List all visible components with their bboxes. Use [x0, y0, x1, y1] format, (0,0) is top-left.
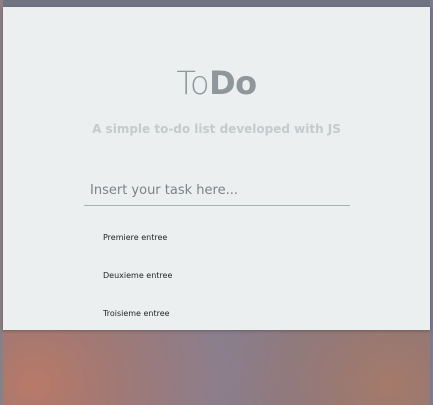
- task-input-wrapper: [84, 175, 350, 206]
- todo-panel: ToDo A simple to-do list developed with …: [3, 7, 430, 330]
- app-title-bold: Do: [209, 64, 257, 102]
- app-title-light: To: [176, 64, 210, 102]
- task-item[interactable]: Deuxieme entree: [103, 270, 172, 308]
- task-item[interactable]: Troisieme entree: [103, 308, 172, 330]
- app-subtitle: A simple to-do list developed with JS: [92, 122, 341, 136]
- task-list: Premiere entree Deuxieme entree Troisiem…: [103, 232, 172, 330]
- app-title: ToDo: [3, 67, 430, 99]
- task-item[interactable]: Premiere entree: [103, 232, 172, 270]
- task-input[interactable]: [84, 175, 350, 205]
